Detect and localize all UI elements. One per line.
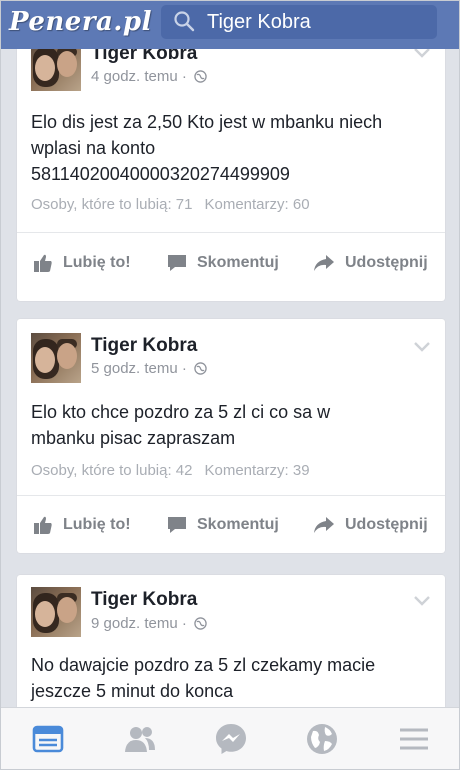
post-timestamp: 4 godz. temu · [91, 68, 207, 85]
menu-icon[interactable] [397, 722, 431, 756]
post-stats[interactable]: Osoby, które to lubią: 71 Komentarzy: 60 [31, 196, 310, 213]
likes-count[interactable]: Osoby, które to lubią: 42 [31, 462, 192, 479]
top-bar: Penera.pl Tiger Kobra [1, 1, 459, 49]
post-stats[interactable]: Osoby, które to lubią: 42 Komentarzy: 39 [31, 462, 310, 479]
share-button[interactable]: Udostępnij [313, 233, 428, 293]
share-arrow-icon [314, 255, 334, 271]
chevron-down-icon[interactable] [413, 341, 431, 353]
post-card: Tiger Kobra 9 godz. temu · No dawajcie p… [17, 575, 445, 707]
thumbs-up-icon [34, 254, 52, 272]
post-author[interactable]: Tiger Kobra [91, 589, 197, 611]
post-body: Elo kto chce pozdro za 5 zl ci co sa w m… [31, 402, 331, 448]
public-globe-icon [194, 617, 207, 630]
post-actions: Lubię to! Skomentuj Udostępnij [17, 232, 445, 292]
globe-icon[interactable] [305, 722, 339, 756]
friends-icon[interactable] [123, 722, 157, 756]
chevron-down-icon[interactable] [413, 49, 431, 59]
search-icon [174, 11, 195, 32]
likes-count[interactable]: Osoby, które to lubią: 71 [31, 196, 192, 213]
avatar[interactable] [31, 333, 81, 383]
messenger-icon[interactable] [214, 722, 248, 756]
public-globe-icon [194, 362, 207, 375]
post-timestamp: 9 godz. temu · [91, 615, 207, 632]
chevron-down-icon[interactable] [413, 595, 431, 607]
post-author[interactable]: Tiger Kobra [91, 335, 197, 357]
post-body: No dawajcie pozdro za 5 zl czekamy macie… [31, 655, 376, 701]
post-timestamp: 5 godz. temu · [91, 360, 207, 377]
comment-button[interactable]: Skomentuj [167, 233, 279, 293]
comment-icon [168, 517, 186, 533]
phone-screen: Penera.pl Tiger Kobra Tiger Kobra 4 godz… [0, 0, 460, 770]
share-button[interactable]: Udostępnij [313, 496, 428, 553]
post-card: Tiger Kobra 5 godz. temu · Elo kto chce … [17, 319, 445, 553]
search-input[interactable]: Tiger Kobra [161, 5, 437, 39]
post-card: Tiger Kobra 4 godz. temu · Elo dis jest … [17, 49, 445, 301]
search-query: Tiger Kobra [207, 11, 311, 33]
bottom-tab-bar [1, 707, 459, 769]
comments-count[interactable]: Komentarzy: 60 [204, 196, 309, 213]
avatar[interactable] [31, 49, 81, 91]
news-feed: Tiger Kobra 4 godz. temu · Elo dis jest … [1, 49, 459, 707]
avatar[interactable] [31, 587, 81, 637]
public-globe-icon [194, 70, 207, 83]
post-author[interactable]: Tiger Kobra [91, 49, 197, 65]
comments-count[interactable]: Komentarzy: 39 [204, 462, 309, 479]
share-arrow-icon [314, 517, 334, 533]
thumbs-up-icon [34, 516, 52, 534]
comment-button[interactable]: Skomentuj [167, 496, 279, 553]
like-button[interactable]: Lubię to! [33, 496, 131, 553]
watermark-logo: Penera.pl [9, 7, 152, 37]
like-button[interactable]: Lubię to! [33, 233, 131, 293]
post-actions: Lubię to! Skomentuj Udostępnij [17, 495, 445, 553]
comment-icon [168, 255, 186, 271]
post-body: Elo dis jest za 2,50 Kto jest w mbanku n… [31, 112, 383, 184]
news-feed-icon[interactable] [31, 722, 65, 756]
